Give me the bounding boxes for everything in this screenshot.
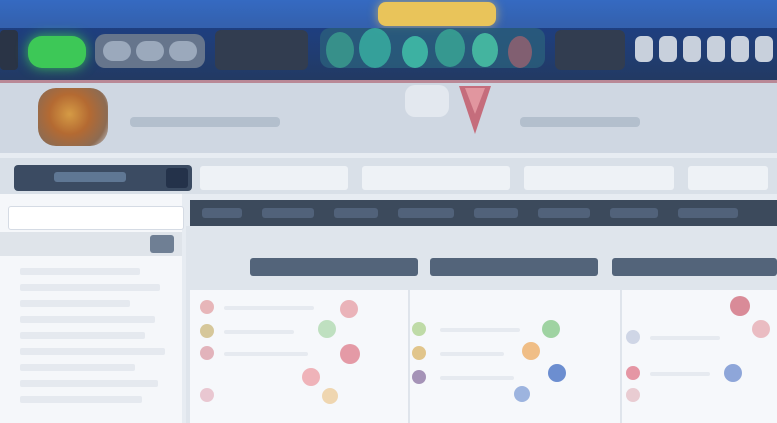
nav-pill-2[interactable] [136,41,164,61]
banner-title [130,117,280,127]
team-badge-icon [412,322,426,336]
banner-badge [405,85,449,117]
match-line [650,336,720,340]
match-panel-1 [190,290,409,423]
odds-button[interactable] [542,320,560,338]
sidebar-search-input[interactable] [8,206,184,230]
team-badge-icon [412,370,426,384]
team-badge-icon [626,388,640,402]
odds-button[interactable] [724,364,742,382]
menu-item[interactable] [610,208,658,218]
search-icon[interactable] [150,235,174,253]
team-badge-icon [626,366,640,380]
settings-icon[interactable] [707,36,725,62]
nav-slot-right[interactable] [555,30,625,70]
banner-subtitle [520,117,640,127]
more-icon[interactable] [755,36,773,62]
team-badge-icon [200,300,214,314]
odds-button[interactable] [522,342,540,360]
menu-item[interactable] [538,208,590,218]
column-header-1[interactable] [250,258,418,276]
list-item[interactable] [20,316,155,323]
odds-button[interactable] [340,344,360,364]
match-line [224,330,294,334]
odds-button[interactable] [340,300,358,318]
list-item[interactable] [20,364,135,371]
odds-button[interactable] [514,386,530,402]
menu-icon[interactable] [731,36,749,62]
sport-selector-label [54,172,126,182]
menu-item[interactable] [398,208,454,218]
list-item[interactable] [20,284,160,291]
match-line [440,376,514,380]
pennant-icon [459,86,491,134]
list-item[interactable] [20,380,158,387]
user-icon[interactable] [659,36,677,62]
sportsbook-logo-icon[interactable] [28,36,86,68]
team-badge-icon [412,346,426,360]
match-line [224,352,308,356]
menu-item[interactable] [474,208,518,218]
odds-button[interactable] [548,364,566,382]
list-item[interactable] [20,396,142,403]
sidebar-list [20,268,175,418]
sidebar-header [0,232,182,256]
primary-nav-group [95,34,205,68]
match-line [224,306,314,310]
match-line [440,352,504,356]
featured-players-strip[interactable] [320,18,545,72]
filter-tab-3[interactable] [524,166,674,190]
list-item[interactable] [20,332,145,339]
nav-pill-3[interactable] [169,41,197,61]
odds-button[interactable] [730,296,750,316]
market-menu-strip [190,200,777,226]
account-icons [635,36,777,64]
sport-selector[interactable] [14,165,192,191]
dropdown-icon[interactable] [166,168,188,188]
menu-item[interactable] [202,208,242,218]
nav-pill-1[interactable] [103,41,131,61]
match-panel-2 [410,290,621,423]
menu-item[interactable] [678,208,738,218]
match-line [440,328,520,332]
column-header-3[interactable] [612,258,777,276]
menu-toggle-button[interactable] [0,30,18,70]
team-badge-icon [200,388,214,402]
match-line [650,372,710,376]
bell-icon[interactable] [635,36,653,62]
team-badge-icon [626,330,640,344]
list-item[interactable] [20,268,140,275]
team-crest-icon [38,88,108,146]
team-badge-icon [200,324,214,338]
menu-item[interactable] [334,208,378,218]
wallet-icon[interactable] [683,36,701,62]
filter-tab-4[interactable] [688,166,768,190]
list-item[interactable] [20,348,165,355]
odds-button[interactable] [318,320,336,338]
odds-button[interactable] [302,368,320,386]
column-header-2[interactable] [430,258,598,276]
odds-button[interactable] [322,388,338,404]
match-panel-3 [622,290,777,423]
filter-tab-2[interactable] [362,166,510,190]
event-banner [0,80,777,153]
filter-tab-1[interactable] [200,166,348,190]
team-badge-icon [200,346,214,360]
list-item[interactable] [20,300,130,307]
nav-slot-left[interactable] [215,30,308,70]
odds-button[interactable] [752,320,770,338]
menu-item[interactable] [262,208,314,218]
